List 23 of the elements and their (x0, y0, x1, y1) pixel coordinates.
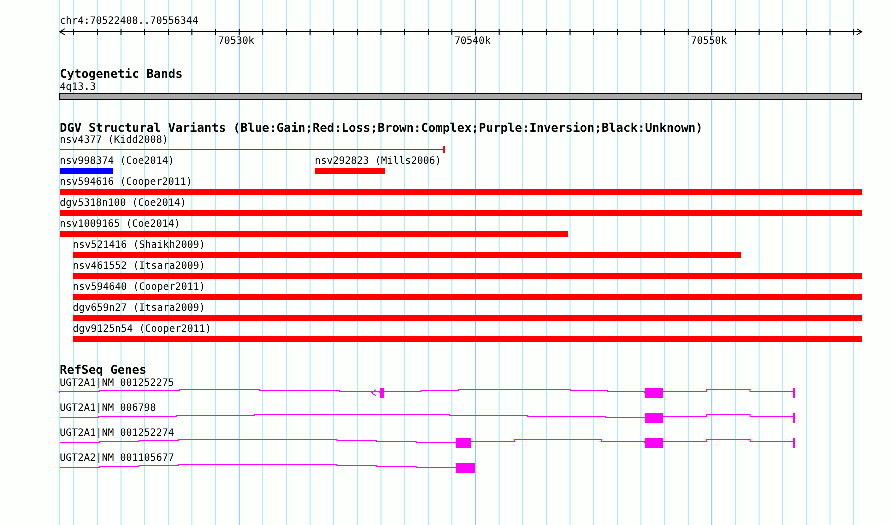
variant-label: nsv594616 (Cooper2011) (60, 177, 192, 188)
gene-label: UGT2A1|NM_006798 (60, 403, 156, 414)
band-label: 4q13.3 (60, 82, 96, 93)
tick-label: 70530k (218, 36, 255, 47)
gene-label: UGT2A1|NM_001252275 (60, 378, 174, 389)
variant-label: nsv521416 (Shaikh2009) (73, 240, 206, 251)
gene-label: UGT2A2|NM_001105677 (60, 453, 174, 464)
variant-label: dgv5318n100 (Coe2014) (60, 198, 186, 209)
track-title: DGV Structural Variants (Blue:Gain;Red:Loss;Brown:Complex;Purple:Inversion;Black:Unknown) (60, 121, 703, 135)
track-title: RefSeq Genes (60, 363, 147, 377)
variant-label: nsv1009165 (Coe2014) (60, 219, 180, 230)
location-label: chr4:70522408..70556344 (60, 16, 198, 27)
variant-label: dgv9125n54 (Cooper2011) (73, 324, 212, 335)
gene-label: UGT2A1|NM_001252274 (60, 428, 174, 439)
variant-label: nsv292823 (Mills2006) (315, 156, 442, 167)
variant-label: nsv594640 (Cooper2011) (73, 282, 206, 293)
variant-label: nsv461552 (Itsara2009) (73, 261, 206, 272)
variant-label: nsv998374 (Coe2014) (60, 156, 174, 167)
tick-label: 70540k (454, 36, 491, 47)
tick-label: 70550k (691, 36, 728, 47)
variant-label: dgv659n27 (Itsara2009) (73, 303, 206, 314)
variant-label: nsv4377 (Kidd2008) (60, 135, 168, 146)
track-title: Cytogenetic Bands (60, 67, 183, 81)
